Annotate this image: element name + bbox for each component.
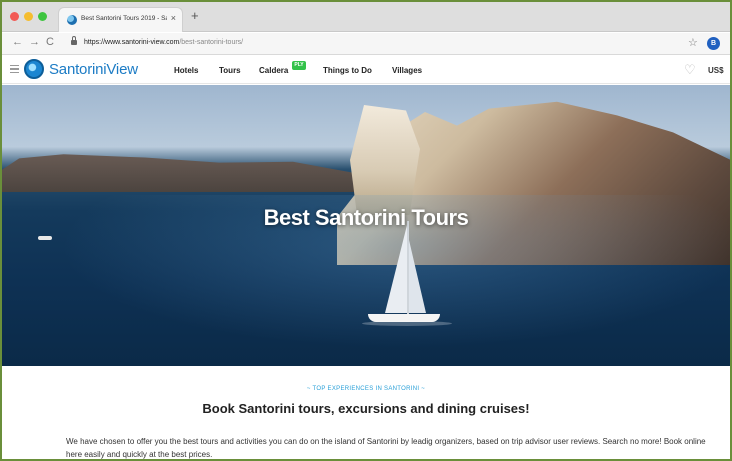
url-field[interactable]: https://www.santorini-view.com/best-sant… (84, 39, 243, 46)
lock-icon[interactable] (71, 36, 77, 46)
section-headline: Book Santorini tours, excursions and din… (202, 401, 530, 416)
url-path: /best-santorini-tours/ (179, 39, 244, 46)
section-kicker: ~ TOP EXPERIENCES IN SANTORINI ~ (306, 386, 426, 392)
sailboat-wake (362, 321, 452, 326)
small-boat (38, 236, 52, 240)
minimize-window-button[interactable] (24, 12, 33, 21)
forward-arrow-icon[interactable]: → (29, 36, 40, 48)
intro-paragraph: We have chosen to offer you the best tou… (66, 437, 706, 459)
star-icon[interactable]: ☆ (688, 36, 698, 49)
maximize-window-button[interactable] (38, 12, 47, 21)
favicon-icon (67, 15, 77, 25)
reload-icon[interactable]: C (46, 36, 54, 48)
nav-item-things-to-do[interactable]: Things to Do (323, 66, 372, 75)
browser-tab[interactable]: Best Santorini Tours 2019 - Sa × (58, 7, 183, 32)
hamburger-menu-icon[interactable] (10, 65, 19, 73)
back-arrow-icon[interactable]: ← (12, 36, 23, 48)
hero-cliff-left (2, 154, 367, 192)
main-content: ~ TOP EXPERIENCES IN SANTORINI ~ Book Sa… (2, 366, 730, 459)
hero-banner: Best Santorini Tours (2, 85, 730, 366)
site-header: SantoriniView Hotels Tours Caldera PLY T… (2, 56, 730, 84)
heart-icon[interactable]: ♡ (684, 62, 696, 78)
sailboat-sail (385, 225, 407, 313)
logo-icon[interactable] (24, 59, 44, 79)
url-host: https://www.santorini-view.com (84, 39, 180, 46)
caldera-badge: PLY (292, 61, 306, 70)
nav-item-villages[interactable]: Villages (392, 66, 422, 75)
nav-item-caldera[interactable]: Caldera (259, 66, 288, 75)
new-tab-button[interactable]: + (191, 8, 199, 23)
tab-title: Best Santorini Tours 2019 - Sa (81, 15, 167, 22)
close-window-button[interactable] (10, 12, 19, 21)
tab-close-icon[interactable]: × (171, 13, 176, 23)
profile-avatar[interactable]: B (707, 37, 720, 50)
currency-selector[interactable]: US$ (708, 66, 724, 75)
nav-item-hotels[interactable]: Hotels (174, 66, 198, 75)
browser-window: Best Santorini Tours 2019 - Sa × + ← → C… (0, 0, 732, 461)
site-logo[interactable]: SantoriniView (49, 61, 138, 78)
tab-bar: Best Santorini Tours 2019 - Sa × + (2, 2, 730, 32)
address-bar: ← → C https://www.santorini-view.com/bes… (2, 33, 730, 55)
nav-item-tours[interactable]: Tours (219, 66, 241, 75)
sailboat-jib (409, 240, 426, 313)
hero-title: Best Santorini Tours (263, 205, 469, 230)
